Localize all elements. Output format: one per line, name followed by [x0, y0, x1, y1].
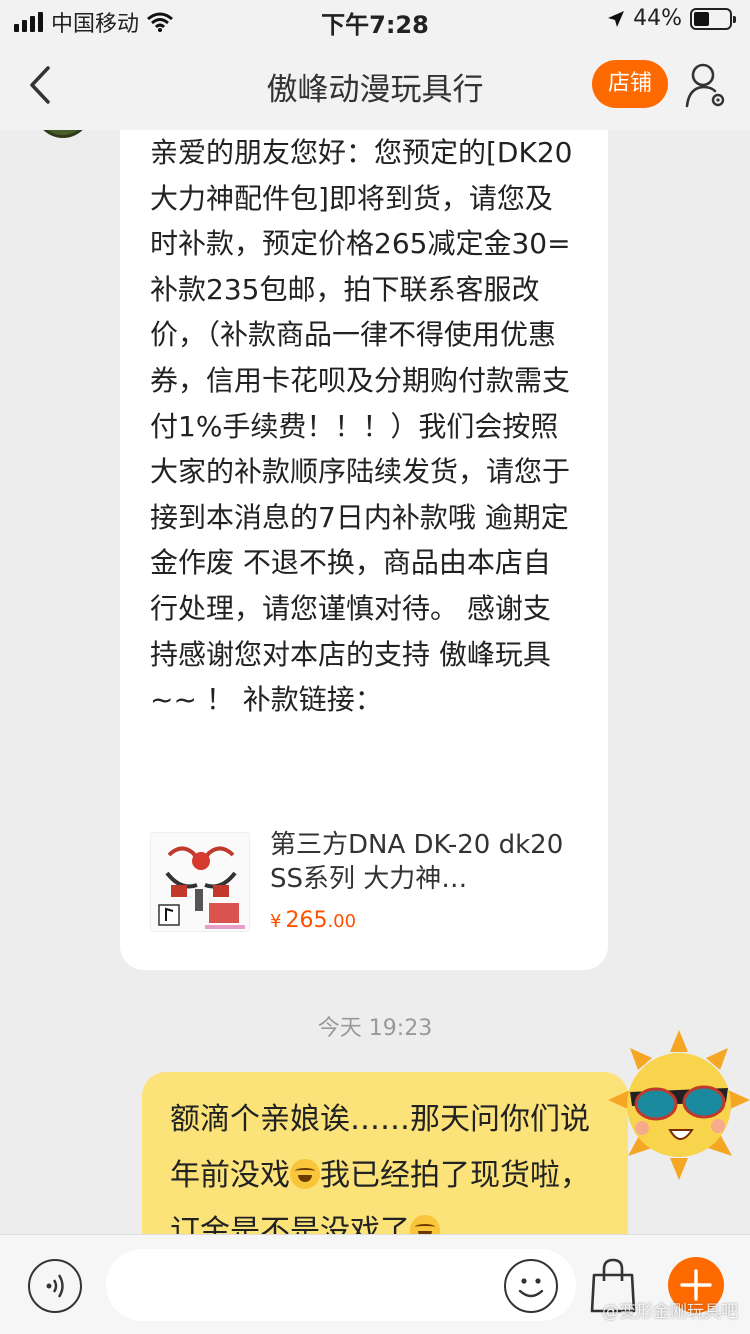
price-cents: .00: [327, 911, 357, 932]
chat-header: 傲峰动漫玩具行 店铺: [0, 40, 750, 130]
tears-of-joy-emoji-icon: [410, 1215, 440, 1234]
chat-area[interactable]: 亲爱的朋友您好：您预定的[DK20大力神配件包]即将到货，请您及时补款，预定价格…: [0, 130, 750, 1234]
smiley-icon: [518, 1278, 544, 1298]
status-bar: 中国移动 下午7:28 44%: [0, 0, 750, 40]
outgoing-message-bubble: 额滴个亲娘诶……那天问你们说年前没戏 我已经拍了现货啦，订金是不是没戏了: [142, 1072, 628, 1234]
product-price: ¥265.00: [270, 908, 356, 933]
shop-avatar[interactable]: [32, 130, 94, 138]
location-arrow-icon: [608, 10, 625, 27]
product-thumbnail[interactable]: [150, 832, 250, 932]
incoming-message-text: 亲爱的朋友您好：您预定的[DK20大力神配件包]即将到货，请您及时补款，预定价格…: [150, 136, 573, 717]
battery-level: [694, 11, 709, 26]
outgoing-message-text: 额滴个亲娘诶……那天问你们说年前没戏 我已经拍了现货啦，订金是不是没戏了: [170, 1092, 600, 1234]
voice-input-button[interactable]: [28, 1259, 82, 1313]
shop-button[interactable]: 店铺: [592, 60, 668, 108]
voice-icon: [46, 1274, 64, 1298]
price-currency: ¥: [270, 911, 282, 932]
battery-percent: 44%: [633, 6, 682, 31]
tears-of-joy-emoji-icon: [290, 1159, 320, 1189]
status-right: 44%: [607, 6, 736, 31]
input-bar: @变形金刚玩具吧: [0, 1234, 750, 1334]
incoming-message-bubble: 亲爱的朋友您好：您预定的[DK20大力神配件包]即将到货，请您及时补款，预定价格…: [120, 130, 608, 970]
emoji-button[interactable]: [504, 1259, 558, 1313]
product-title[interactable]: 第三方DNA DK-20 dk20 SS系列 大力神…: [270, 828, 570, 896]
battery-icon: [690, 7, 736, 30]
user-settings-icon[interactable]: [684, 60, 728, 110]
product-card[interactable]: 第三方DNA DK-20 dk20 SS系列 大力神… ¥265.00: [150, 830, 580, 933]
product-thumbnail-image: [151, 833, 249, 931]
price-main: 265: [285, 908, 328, 933]
sun-sticker-icon: [608, 1030, 750, 1180]
watermark: @变形金刚玩具吧: [602, 1302, 738, 1322]
